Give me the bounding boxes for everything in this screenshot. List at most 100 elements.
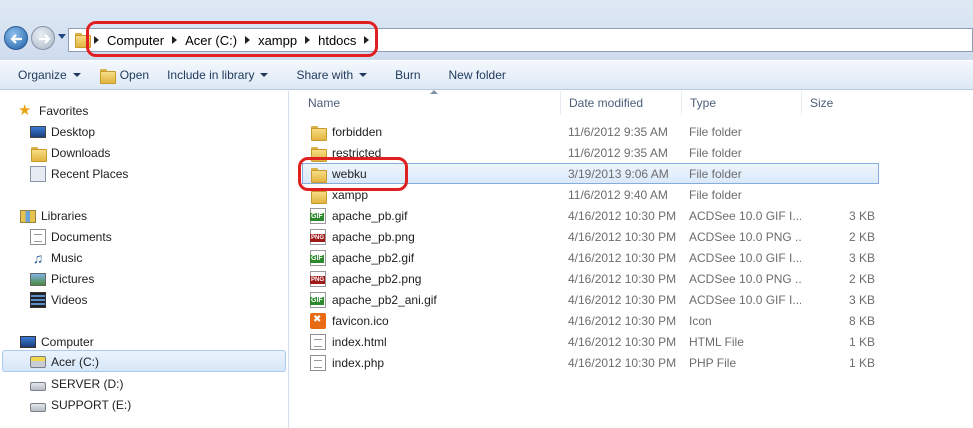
command-bar: Organize Open Include in library Share w… [0,60,973,90]
nav-item-label: SERVER (D:) [51,377,124,391]
nav-item-pictures[interactable]: Pictures [30,270,94,288]
new-folder-button[interactable]: New folder [449,68,506,82]
nav-item-label: Acer (C:) [51,355,99,369]
nav-item-label: Desktop [51,125,96,139]
webku-highlight-annotation [298,157,408,191]
nav-libraries[interactable]: Libraries [20,207,87,225]
file-size: 3 KB [848,208,875,223]
column-header-name[interactable]: Name [290,90,561,115]
open-label: Open [119,68,150,82]
back-button[interactable] [4,26,28,50]
html-file-icon [310,333,326,350]
drive-icon [30,381,46,391]
include-in-library-label: Include in library [167,68,255,82]
nav-item-videos[interactable]: Videos [30,291,87,309]
chevron-down-icon [359,73,368,77]
file-name-cell: index.php [310,354,385,371]
file-name: apache_pb2.png [332,271,422,286]
column-header-type[interactable]: Type [682,91,802,115]
file-size: 2 KB [848,271,875,286]
file-type: File folder [689,187,742,202]
file-size: 1 KB [848,355,875,370]
computer-icon [20,336,36,348]
file-date: 4/16/2012 10:30 PM [568,292,677,307]
file-list-pane[interactable]: Name Date modified Type Size forbidden 11… [290,90,973,428]
file-row[interactable]: forbidden 11/6/2012 9:35 AM File folder [290,121,973,142]
burn-button[interactable]: Burn [395,68,420,82]
chevron-down-icon [72,73,81,77]
file-type: ACDSee 10.0 GIF I... [689,292,801,307]
file-size: 3 KB [848,250,875,265]
file-type: File folder [689,166,742,181]
file-name: favicon.ico [332,313,389,328]
gif-icon [310,291,326,308]
downloads-icon [30,145,47,162]
nav-item-acer-c[interactable]: Acer (C:) [30,353,99,371]
back-arrow-icon [10,34,22,44]
file-type: File folder [689,124,742,139]
nav-computer[interactable]: Computer [20,333,94,351]
navigation-pane[interactable]: ★ Favorites Desktop Downloads Recent Pla… [0,91,289,428]
file-size: 2 KB [848,229,875,244]
column-header-date[interactable]: Date modified [561,91,682,115]
file-name: index.php [332,355,385,370]
column-type-label: Type [690,96,717,110]
file-type: File folder [689,145,742,160]
column-header-size[interactable]: Size [802,91,882,115]
column-header: Name Date modified Type Size [290,90,973,115]
file-name-cell: apache_pb.png [310,228,415,245]
png-icon [310,228,326,245]
recent-pages-dropdown[interactable] [58,34,66,39]
file-name: apache_pb.gif [332,208,408,223]
nav-computer-label: Computer [41,335,94,349]
file-name-cell: apache_pb.gif [310,207,408,224]
nav-item-desktop[interactable]: Desktop [30,123,95,141]
file-row[interactable]: apache_pb.png 4/16/2012 10:30 PM ACDSee 10… [290,226,973,247]
nav-item-documents[interactable]: Documents [30,228,112,246]
nav-item-music[interactable]: ♫ Music [30,249,83,267]
nav-item-support-e[interactable]: SUPPORT (E:) [30,396,131,414]
ico-icon [310,312,326,329]
file-row[interactable]: apache_pb2.png 4/16/2012 10:30 PM ACDSee 1… [290,268,973,289]
organize-button[interactable]: Organize [18,68,81,82]
file-date: 4/16/2012 10:30 PM [568,355,677,370]
file-row[interactable]: apache_pb.gif 4/16/2012 10:30 PM ACDSee 10… [290,205,973,226]
file-type: ACDSee 10.0 GIF I... [689,208,801,223]
file-name: forbidden [332,124,383,139]
nav-favorites-label: Favorites [39,104,89,118]
open-button[interactable]: Open [99,67,150,84]
include-in-library-button[interactable]: Include in library [167,68,269,82]
nav-item-label: Downloads [51,146,111,160]
file-type: ACDSee 10.0 GIF I... [689,250,801,265]
file-date: 4/16/2012 10:30 PM [568,208,677,223]
file-name-cell: index.html [310,333,387,350]
nav-item-downloads[interactable]: Downloads [30,144,110,162]
file-name-cell: apache_pb2.png [310,270,422,287]
file-name: apache_pb2.gif [332,250,415,265]
chevron-down-icon [260,73,269,77]
file-type: ACDSee 10.0 PNG ... [689,271,801,286]
videos-icon [30,292,46,308]
file-row[interactable]: index.php 4/16/2012 10:30 PM PHP File 1 KB [290,352,973,373]
nav-item-recent-places[interactable]: Recent Places [30,165,128,183]
nav-item-server-d[interactable]: SERVER (D:) [30,375,123,393]
nav-favorites[interactable]: ★ Favorites [18,102,88,120]
file-date: 4/16/2012 10:30 PM [568,229,677,244]
file-type: HTML File [689,334,744,349]
share-with-button[interactable]: Share with [296,68,368,82]
file-row[interactable]: favicon.ico 4/16/2012 10:30 PM Icon 8 KB [290,310,973,331]
file-name-cell: apache_pb2.gif [310,249,415,266]
file-date: 4/16/2012 10:30 PM [568,313,677,328]
file-name: apache_pb.png [332,229,415,244]
open-folder-icon [99,67,116,84]
file-row[interactable]: apache_pb2_ani.gif 4/16/2012 10:30 PM ACDS… [290,289,973,310]
forward-arrow-icon [39,34,51,44]
forward-button[interactable] [31,26,55,50]
file-row[interactable]: apache_pb2.gif 4/16/2012 10:30 PM ACDSee 1… [290,247,973,268]
file-row[interactable]: index.html 4/16/2012 10:30 PM HTML File 1 K… [290,331,973,352]
file-name: apache_pb2_ani.gif [332,292,437,307]
file-size: 3 KB [848,292,875,307]
organize-label: Organize [18,68,67,82]
file-name-cell: apache_pb2_ani.gif [310,291,437,308]
nav-item-label: Recent Places [51,167,129,181]
